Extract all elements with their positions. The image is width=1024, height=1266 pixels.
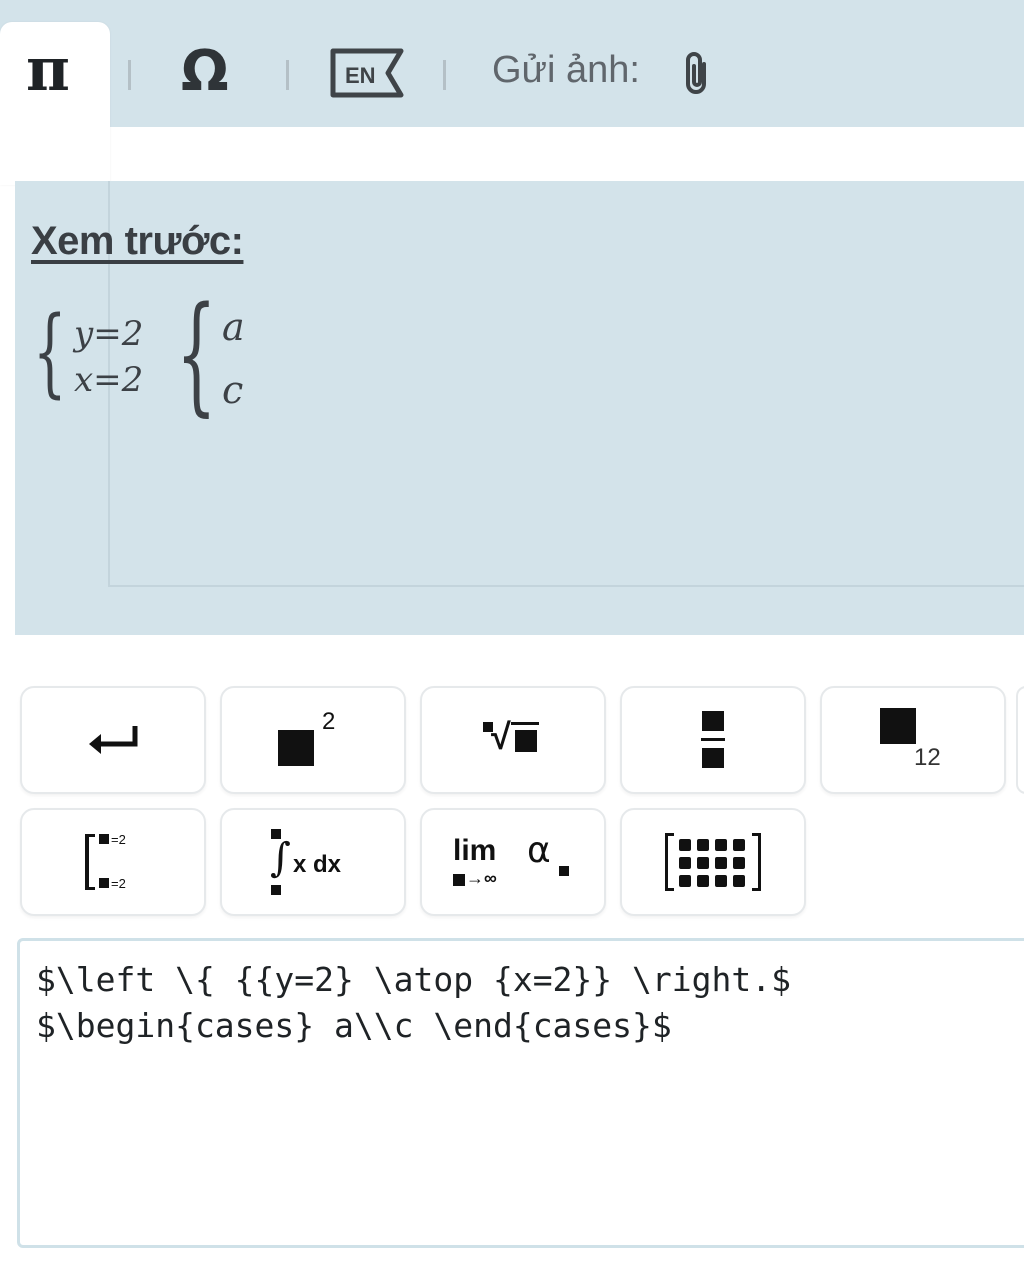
power-icon: 2 [278, 708, 348, 772]
pi-icon[interactable]: π [26, 40, 70, 100]
matrix-cell-dot [733, 857, 745, 869]
more-button[interactable] [1016, 686, 1024, 794]
newline-button[interactable] [20, 686, 206, 794]
matrix-cell-dot [697, 875, 709, 887]
matrix-button[interactable] [620, 808, 806, 916]
subscript-button[interactable]: 12 [820, 686, 1006, 794]
nth-root-button[interactable]: √ [420, 686, 606, 794]
system-row-1: y=2 [74, 314, 144, 354]
matrix-cell-dot [733, 875, 745, 887]
matrix-cell-dot [715, 857, 727, 869]
limit-icon: lim →∞ α [453, 830, 573, 892]
matrix-cell-dot [697, 839, 709, 851]
matrix-cell-dot [679, 857, 691, 869]
matrix-cell-dot [715, 875, 727, 887]
matrix-cell-dot [733, 839, 745, 851]
cases-row-2: c [222, 368, 244, 412]
fraction-icon [701, 711, 725, 769]
superscript-button[interactable]: 2 [220, 686, 406, 794]
matrix-cell-dot [715, 839, 727, 851]
send-image-label: Gửi ảnh: [492, 49, 640, 91]
return-arrow-icon [89, 726, 138, 754]
system-brace-icon: =2 =2 [85, 832, 141, 892]
integral-icon: ∫ x dx [267, 829, 359, 895]
preview-inner-border [108, 181, 1024, 587]
matrix-cell-dot [679, 875, 691, 887]
cases-brace: { [176, 280, 217, 429]
left-brace: { [33, 296, 67, 408]
integral-button[interactable]: ∫ x dx [220, 808, 406, 916]
latex-line-2[interactable]: $\begin{cases} a\\c \end{cases}$ [36, 1006, 672, 1045]
cases-row-1: a [222, 305, 245, 349]
en-keyboard-icon[interactable]: EN [330, 48, 404, 102]
separator [128, 60, 131, 90]
matrix-cell-dot [697, 857, 709, 869]
system-row-2: x=2 [74, 360, 144, 400]
matrix-icon [665, 833, 761, 891]
matrix-cell-dot [679, 839, 691, 851]
latex-line-1[interactable]: $\left \{ {{y=2} \atop {x=2}} \right.$ [36, 960, 791, 999]
limit-button[interactable]: lim →∞ α [420, 808, 606, 916]
preview-title: Xem trước: [31, 219, 244, 263]
system-button[interactable]: =2 =2 [20, 808, 206, 916]
svg-text:EN: EN [345, 63, 376, 88]
subscript-icon: 12 [880, 708, 946, 772]
omega-icon[interactable]: Ω [181, 44, 229, 100]
root-icon: √ [483, 716, 543, 762]
fraction-button[interactable] [620, 686, 806, 794]
separator [286, 60, 289, 90]
paperclip-icon[interactable] [680, 50, 714, 102]
separator [443, 60, 446, 90]
